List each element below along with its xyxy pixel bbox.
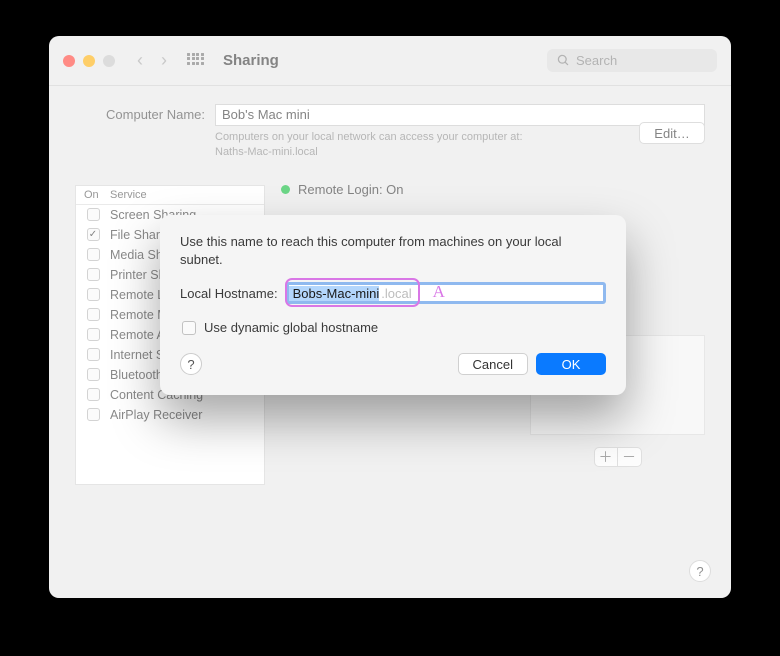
toolbar: ‹ › Sharing Search bbox=[49, 36, 731, 86]
status-dot-icon bbox=[281, 185, 290, 194]
dynamic-hostname-checkbox[interactable] bbox=[182, 321, 196, 335]
service-checkbox[interactable] bbox=[87, 208, 100, 221]
window-controls bbox=[63, 55, 115, 67]
cancel-button[interactable]: Cancel bbox=[458, 353, 528, 375]
table-row: AirPlay Receiver bbox=[76, 405, 264, 425]
service-checkbox[interactable] bbox=[87, 248, 100, 261]
annotation-label: A bbox=[433, 282, 445, 302]
back-button[interactable]: ‹ bbox=[137, 50, 143, 71]
service-checkbox[interactable] bbox=[87, 308, 100, 321]
add-button[interactable]: ＋ bbox=[594, 447, 618, 467]
service-checkbox[interactable] bbox=[87, 328, 100, 341]
edit-hostname-dialog: Use this name to reach this computer fro… bbox=[160, 215, 626, 395]
col-on: On bbox=[76, 189, 110, 201]
service-checkbox[interactable] bbox=[87, 408, 100, 421]
service-checkbox[interactable] bbox=[87, 228, 100, 241]
computer-name-label: Computer Name: bbox=[75, 104, 205, 122]
search-icon bbox=[557, 54, 570, 67]
local-hostname-input[interactable]: Bobs-Mac-mini .local A bbox=[286, 282, 606, 304]
col-service: Service bbox=[110, 189, 264, 201]
service-checkbox[interactable] bbox=[87, 268, 100, 281]
remove-button[interactable]: － bbox=[618, 447, 642, 467]
local-address-hint: Computers on your local network can acce… bbox=[215, 130, 575, 161]
help-button[interactable]: ? bbox=[689, 560, 711, 582]
zoom-window-button[interactable] bbox=[103, 55, 115, 67]
dialog-message: Use this name to reach this computer fro… bbox=[180, 233, 606, 268]
search-field[interactable]: Search bbox=[547, 49, 717, 72]
edit-hostname-button[interactable]: Edit… bbox=[639, 122, 705, 144]
nav-arrows: ‹ › bbox=[137, 50, 167, 71]
service-checkbox[interactable] bbox=[87, 348, 100, 361]
forward-button[interactable]: › bbox=[161, 50, 167, 71]
pane-title: Sharing bbox=[223, 52, 279, 69]
computer-name-input[interactable]: Bob's Mac mini bbox=[215, 104, 705, 126]
service-checkbox[interactable] bbox=[87, 288, 100, 301]
ok-button[interactable]: OK bbox=[536, 353, 606, 375]
show-all-icon[interactable] bbox=[187, 53, 203, 69]
local-hostname-label: Local Hostname: bbox=[180, 286, 278, 301]
search-placeholder: Search bbox=[576, 53, 617, 68]
list-pm-buttons: ＋ － bbox=[530, 447, 705, 467]
dialog-help-button[interactable]: ? bbox=[180, 353, 202, 375]
services-header: On Service bbox=[76, 186, 264, 205]
minimize-window-button[interactable] bbox=[83, 55, 95, 67]
service-checkbox[interactable] bbox=[87, 368, 100, 381]
close-window-button[interactable] bbox=[63, 55, 75, 67]
hostname-selected-text: Bobs-Mac-mini bbox=[289, 286, 380, 301]
hostname-suffix: .local bbox=[379, 286, 411, 301]
service-checkbox[interactable] bbox=[87, 388, 100, 401]
service-status: Remote Login: On bbox=[281, 182, 705, 197]
dynamic-hostname-label: Use dynamic global hostname bbox=[204, 320, 378, 335]
